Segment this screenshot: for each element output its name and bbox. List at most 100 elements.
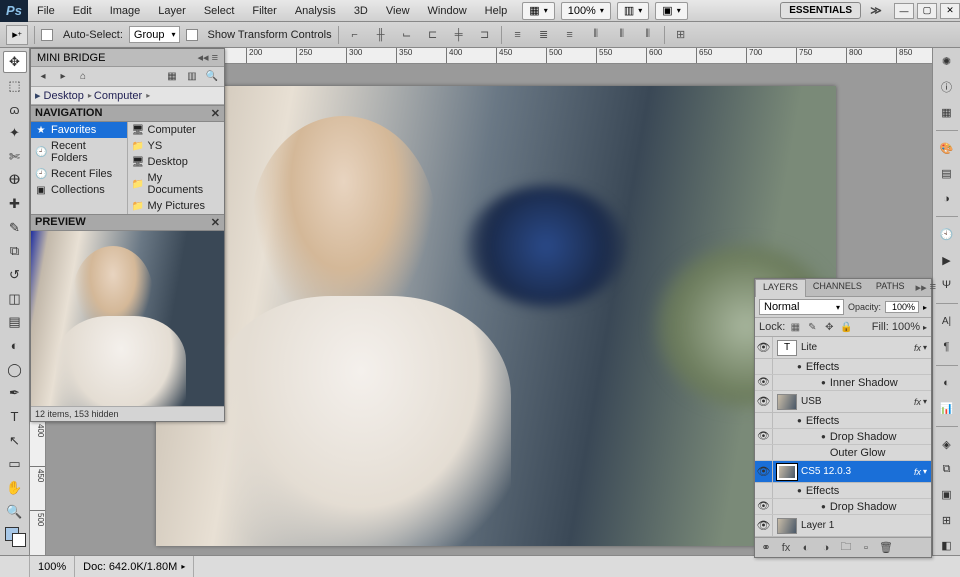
workspace-switcher[interactable]: ESSENTIALS [780, 2, 861, 19]
mb-panel-button[interactable]: ▥ [184, 69, 200, 85]
align-left-icon[interactable]: ⊏ [423, 26, 443, 44]
launch-bridge-dropdown[interactable]: ▦▾ [522, 2, 554, 20]
fx-badge[interactable]: fx [914, 467, 921, 477]
gradient-tool[interactable]: ▤ [3, 311, 27, 333]
menu-file[interactable]: File [28, 0, 64, 22]
auto-align-icon[interactable]: ⊞ [671, 26, 691, 44]
lock-all-button[interactable]: 🔒 [839, 320, 853, 334]
navigator-panel-icon[interactable]: ◐ [936, 373, 958, 392]
character-panel-icon[interactable]: A| [936, 312, 958, 331]
nav-close-icon[interactable]: ✕ [211, 107, 220, 120]
crumb-desktop[interactable]: Desktop [44, 90, 84, 102]
link-layers-button[interactable]: ⚭ [757, 540, 775, 556]
mb-back-button[interactable]: ◂ [35, 69, 51, 85]
histogram-panel-icon[interactable]: 📊 [936, 399, 958, 418]
layer-thumbnail[interactable]: T [777, 340, 797, 356]
type-tool[interactable]: T [3, 406, 27, 428]
window-minimize-button[interactable]: — [894, 3, 914, 19]
background-color-swatch[interactable] [12, 533, 26, 547]
expand-panels-icon[interactable]: ≫ [865, 3, 887, 19]
menu-select[interactable]: Select [195, 0, 244, 22]
stamp-tool[interactable]: ⧉ [3, 240, 27, 262]
nav-desktop[interactable]: 🖥Desktop [128, 154, 225, 170]
menu-3d[interactable]: 3D [345, 0, 377, 22]
effects-group[interactable]: ●Effects [755, 483, 931, 499]
zoom-tool[interactable]: 🔍 [3, 501, 27, 523]
mini-bridge-tab[interactable]: MINI BRIDGE ◂◂ ≡ [31, 49, 224, 67]
align-vcenter-icon[interactable]: ╫ [371, 26, 391, 44]
nav-my-documents[interactable]: 📁My Documents [128, 170, 225, 198]
visibility-toggle[interactable]: 👁 [755, 461, 773, 482]
info-panel-icon[interactable]: ⓘ [936, 77, 958, 96]
effects-group[interactable]: ●Effects [755, 359, 931, 375]
opacity-arrow-icon[interactable]: ▸ [923, 303, 927, 312]
eraser-tool[interactable]: ◫ [3, 288, 27, 310]
show-transform-checkbox[interactable] [186, 29, 198, 41]
effect-drop-shadow[interactable]: 👁●Drop Shadow [755, 499, 931, 515]
visibility-toggle[interactable]: 👁 [755, 391, 773, 412]
masks-panel-icon[interactable]: ◑ [936, 189, 958, 208]
tool-presets-icon[interactable]: ▣ [936, 485, 958, 504]
new-group-button[interactable]: 🗀 [837, 540, 855, 556]
arrange-docs-dropdown[interactable]: ▥▾ [617, 2, 649, 20]
fx-badge[interactable]: fx [914, 397, 921, 407]
layer-thumbnail[interactable] [777, 464, 797, 480]
panel-collapse-icon[interactable]: ◂◂ ≡ [197, 51, 218, 64]
layer-mask-button[interactable]: ◐ [797, 540, 815, 556]
swatches-panel-icon[interactable]: ▦ [936, 103, 958, 122]
nav-recent-folders[interactable]: 🕘Recent Folders [31, 138, 127, 166]
tab-channels[interactable]: CHANNELS [806, 279, 869, 296]
align-top-icon[interactable]: ⌐ [345, 26, 365, 44]
menu-layer[interactable]: Layer [149, 0, 195, 22]
layer-row-layer1[interactable]: 👁 Layer 1 [755, 515, 931, 537]
new-layer-button[interactable]: ▫ [857, 540, 875, 556]
styles-panel-icon[interactable]: 🎨 [936, 139, 958, 158]
distribute-bottom-icon[interactable]: ≡ [560, 26, 580, 44]
screen-mode-dropdown[interactable]: ▣▾ [655, 2, 687, 20]
window-close-button[interactable]: ✕ [940, 3, 960, 19]
distribute-hcenter-icon[interactable]: ⦀ [612, 26, 632, 44]
menu-view[interactable]: View [377, 0, 419, 22]
visibility-toggle[interactable]: 👁 [755, 515, 773, 536]
tab-layers[interactable]: LAYERS [755, 279, 806, 297]
history-panel-icon[interactable]: 🕙 [936, 225, 958, 244]
menu-edit[interactable]: Edit [64, 0, 101, 22]
visibility-toggle[interactable]: 👁 [755, 337, 773, 358]
distribute-left-icon[interactable]: ⦀ [586, 26, 606, 44]
layer-thumbnail[interactable] [777, 518, 797, 534]
crop-tool[interactable]: ✄ [3, 146, 27, 168]
menu-filter[interactable]: Filter [243, 0, 285, 22]
layer-thumbnail[interactable] [777, 394, 797, 410]
status-zoom[interactable]: 100% [30, 556, 75, 577]
auto-select-dropdown[interactable]: Group [129, 26, 180, 43]
pen-tool[interactable]: ✒ [3, 382, 27, 404]
panel-collapse-icon[interactable]: ▸▸ [916, 281, 927, 294]
effect-inner-shadow[interactable]: 👁●Inner Shadow [755, 375, 931, 391]
panel-menu-icon[interactable]: ≡ [930, 281, 936, 294]
channels-panel-icon[interactable]: ◧ [936, 536, 958, 555]
wand-tool[interactable]: ✦ [3, 122, 27, 144]
healing-tool[interactable]: ✚ [3, 193, 27, 215]
distribute-vcenter-icon[interactable]: ≣ [534, 26, 554, 44]
mb-forward-button[interactable]: ▸ [55, 69, 71, 85]
layer-row-lite[interactable]: 👁 T Lite fx▾ [755, 337, 931, 359]
blur-tool[interactable]: ◐ [3, 335, 27, 357]
actions-panel-icon[interactable]: ▶ [936, 251, 958, 270]
layer-row-cs5[interactable]: 👁 CS5 12.0.3 fx▾ [755, 461, 931, 483]
preview-close-icon[interactable]: ✕ [211, 216, 220, 229]
nav-computer[interactable]: 🖥Computer [128, 122, 225, 138]
mb-search-button[interactable]: 🔍 [204, 69, 220, 85]
marquee-tool[interactable]: ⬚ [3, 75, 27, 97]
opacity-input[interactable]: 100% [885, 301, 919, 313]
effect-drop-shadow[interactable]: 👁●Drop Shadow [755, 429, 931, 445]
move-tool[interactable]: ✥ [3, 51, 27, 73]
shape-tool[interactable]: ▭ [3, 453, 27, 475]
paragraph-panel-icon[interactable]: ¶ [936, 337, 958, 356]
dodge-tool[interactable]: ◯ [3, 359, 27, 381]
menu-image[interactable]: Image [101, 0, 150, 22]
current-tool-icon[interactable]: ▸+ [6, 25, 28, 45]
tab-paths[interactable]: PATHS [869, 279, 912, 296]
menu-help[interactable]: Help [476, 0, 517, 22]
history-brush-tool[interactable]: ↺ [3, 264, 27, 286]
nav-my-pictures[interactable]: 📁My Pictures [128, 198, 225, 214]
